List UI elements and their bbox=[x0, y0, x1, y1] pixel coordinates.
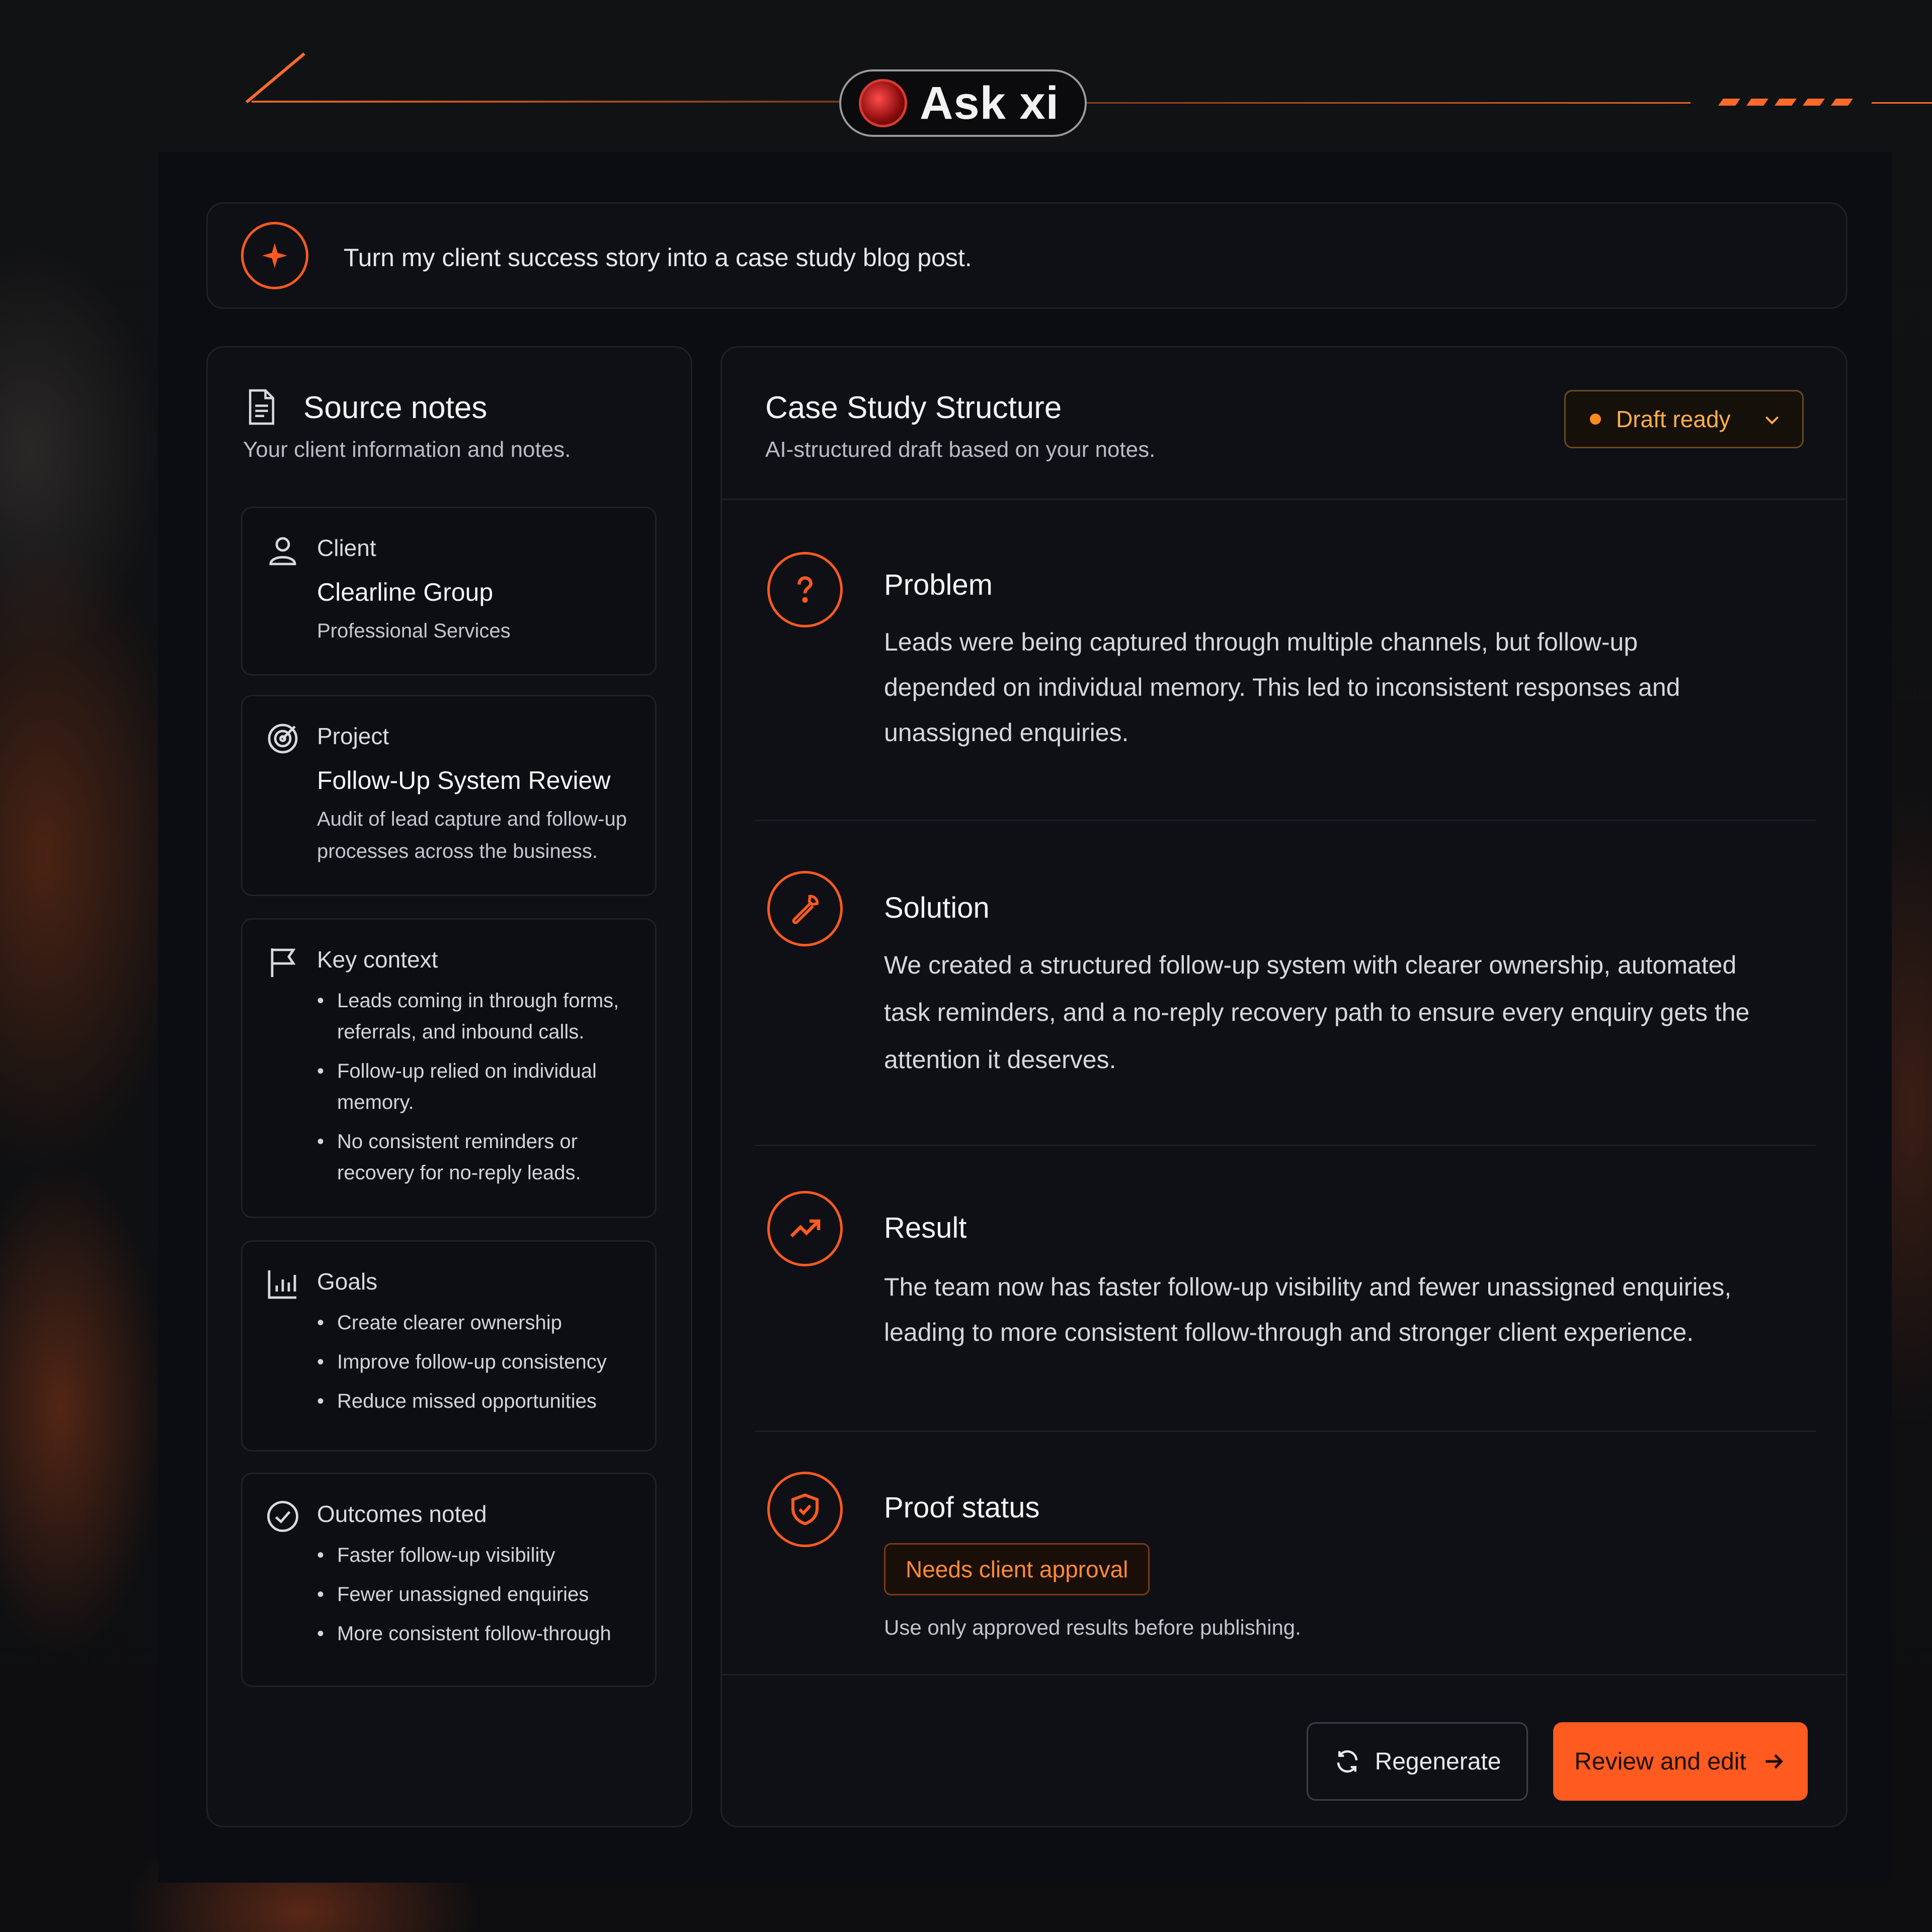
frame-line bbox=[252, 101, 845, 103]
goals-label: Goals bbox=[317, 1268, 378, 1295]
flag-icon bbox=[265, 944, 301, 980]
status-label: Draft ready bbox=[1616, 406, 1731, 432]
regenerate-label: Regenerate bbox=[1375, 1748, 1501, 1775]
review-label: Review and edit bbox=[1574, 1748, 1746, 1775]
question-icon bbox=[767, 552, 843, 627]
case-study-title: Case Study Structure bbox=[765, 390, 1062, 425]
target-icon bbox=[265, 720, 301, 757]
list-item: Fewer unassigned enquiries bbox=[317, 1579, 639, 1610]
proof-note: Use only approved results before publish… bbox=[884, 1616, 1301, 1639]
sparkle-icon bbox=[241, 222, 308, 289]
trend-up-icon bbox=[767, 1191, 843, 1266]
client-name: Clearline Group bbox=[317, 578, 494, 606]
source-notes-subtitle: Your client information and notes. bbox=[243, 437, 571, 462]
regenerate-button[interactable]: Regenerate bbox=[1307, 1722, 1528, 1801]
outcomes-card[interactable]: Outcomes noted Faster follow-up visibili… bbox=[241, 1473, 657, 1687]
arrow-right-icon bbox=[1761, 1749, 1787, 1774]
logo-icon bbox=[861, 82, 905, 125]
status-dropdown[interactable]: Draft ready bbox=[1564, 390, 1804, 448]
solution-heading: Solution bbox=[884, 892, 990, 924]
solution-body: We created a structured follow-up system… bbox=[884, 951, 1750, 1074]
bar-chart-icon bbox=[265, 1266, 301, 1302]
divider bbox=[722, 499, 1846, 500]
key-context-list: Leads coming in through forms, referrals… bbox=[317, 985, 639, 1196]
list-item: No consistent reminders or recovery for … bbox=[317, 1126, 639, 1188]
prompt-bar[interactable]: Turn my client success story into a case… bbox=[206, 202, 1847, 309]
main-panel: Turn my client success story into a case… bbox=[158, 152, 1892, 1883]
document-icon bbox=[246, 388, 277, 426]
shield-check-icon bbox=[767, 1472, 843, 1547]
goals-list: Create clearer ownership Improve follow-… bbox=[317, 1307, 639, 1425]
list-item: Follow-up relied on individual memory. bbox=[317, 1056, 639, 1118]
frame-dashes bbox=[1718, 99, 1853, 106]
divider bbox=[722, 1674, 1846, 1675]
list-item: Leads coming in through forms, referrals… bbox=[317, 985, 639, 1048]
wrench-icon bbox=[767, 871, 843, 946]
client-label: Client bbox=[317, 535, 376, 561]
list-item: Faster follow-up visibility bbox=[317, 1540, 639, 1571]
client-card[interactable]: Client Clearline Group Professional Serv… bbox=[241, 507, 657, 676]
outcomes-label: Outcomes noted bbox=[317, 1501, 487, 1527]
user-icon bbox=[265, 532, 301, 569]
project-name: Follow-Up System Review bbox=[317, 766, 611, 794]
project-description: Audit of lead capture and follow-up proc… bbox=[317, 808, 627, 862]
client-sector: Professional Services bbox=[317, 620, 511, 642]
approval-badge: Needs client approval bbox=[884, 1543, 1150, 1595]
list-item: Improve follow-up consistency bbox=[317, 1346, 639, 1378]
project-card[interactable]: Project Follow-Up System Review Audit of… bbox=[241, 695, 657, 896]
status-dot bbox=[1590, 414, 1601, 425]
case-study-subtitle: AI-structured draft based on your notes. bbox=[765, 437, 1156, 462]
frame-line bbox=[1087, 102, 1691, 104]
outcomes-list: Faster follow-up visibility Fewer unassi… bbox=[317, 1540, 639, 1657]
review-and-edit-button[interactable]: Review and edit bbox=[1553, 1722, 1808, 1801]
key-context-card[interactable]: Key context Leads coming in through form… bbox=[241, 918, 657, 1218]
project-label: Project bbox=[317, 723, 389, 749]
check-circle-icon bbox=[265, 1498, 301, 1535]
divider bbox=[755, 820, 1816, 821]
source-notes-title: Source notes bbox=[303, 390, 488, 425]
frame-line bbox=[1872, 102, 1932, 104]
divider bbox=[755, 1145, 1816, 1146]
problem-heading: Problem bbox=[884, 569, 993, 601]
list-item: Reduce missed opportunities bbox=[317, 1386, 639, 1417]
chevron-down-icon bbox=[1762, 410, 1782, 430]
key-context-label: Key context bbox=[317, 946, 438, 973]
brand-badge: Ask xi bbox=[839, 69, 1087, 137]
proof-heading: Proof status bbox=[884, 1491, 1040, 1524]
divider bbox=[755, 1430, 1816, 1432]
refresh-icon bbox=[1334, 1748, 1361, 1775]
brand-name: Ask xi bbox=[920, 77, 1060, 129]
result-heading: Result bbox=[884, 1212, 967, 1244]
prompt-text: Turn my client success story into a case… bbox=[344, 244, 972, 272]
case-study-panel: Case Study Structure AI-structured draft… bbox=[720, 346, 1847, 1827]
source-notes-panel: Source notes Your client information and… bbox=[206, 346, 692, 1827]
list-item: Create clearer ownership bbox=[317, 1307, 639, 1338]
problem-body: Leads were being captured through multip… bbox=[884, 628, 1680, 747]
goals-card[interactable]: Goals Create clearer ownership Improve f… bbox=[241, 1240, 657, 1452]
list-item: More consistent follow-through bbox=[317, 1618, 639, 1649]
result-body: The team now has faster follow-up visibi… bbox=[884, 1273, 1732, 1346]
